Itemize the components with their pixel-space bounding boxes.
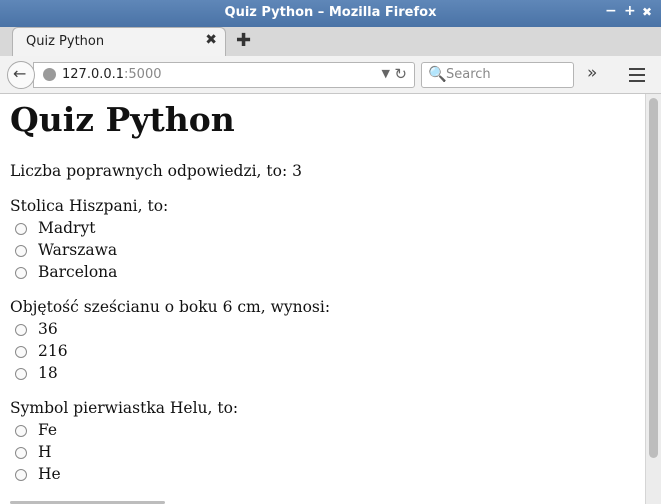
search-icon: 🔍 [428, 65, 447, 83]
result-text: Liczba poprawnych odpowiedzi, to: 3 [10, 162, 302, 180]
navigation-toolbar: 127.0.0.1:5000 ▼ ↻ ← 🔍 Search » [0, 56, 661, 94]
vertical-scrollbar[interactable] [645, 94, 661, 504]
globe-icon [43, 68, 56, 81]
question-3-text: Symbol pierwiastka Helu, to: [10, 399, 239, 417]
answer-label[interactable]: Warszawa [38, 241, 117, 259]
url-host: 127.0.0.1 [62, 67, 125, 82]
url-port: :5000 [124, 67, 162, 82]
radio-button[interactable] [15, 267, 27, 279]
radio-button[interactable] [15, 425, 27, 437]
overflow-chevron-icon[interactable]: » [587, 63, 597, 83]
maximize-icon[interactable]: + [624, 3, 636, 19]
scrollbar-thumb[interactable] [649, 98, 658, 458]
radio-button[interactable] [15, 324, 27, 336]
answer-label[interactable]: Fe [38, 421, 57, 439]
back-button[interactable]: ← [7, 61, 35, 89]
reload-icon[interactable]: ↻ [394, 65, 407, 83]
answer-label[interactable]: 36 [38, 320, 58, 338]
back-arrow-icon: ← [13, 64, 27, 83]
window-title: Quiz Python – Mozilla Firefox [224, 5, 437, 20]
new-tab-icon[interactable]: ✚ [236, 30, 251, 51]
radio-button[interactable] [15, 223, 27, 235]
answer-label[interactable]: 18 [38, 364, 58, 382]
page-content: Quiz Python Liczba poprawnych odpowiedzi… [0, 94, 645, 504]
radio-button[interactable] [15, 346, 27, 358]
radio-button[interactable] [15, 469, 27, 481]
minimize-icon[interactable]: − [605, 3, 617, 19]
question-2-text: Objętość sześcianu o boku 6 cm, wynosi: [10, 298, 331, 316]
answer-label[interactable]: Madryt [38, 219, 95, 237]
answer-label[interactable]: H [38, 443, 52, 461]
radio-button[interactable] [15, 447, 27, 459]
url-text: 127.0.0.1:5000 [62, 67, 162, 82]
close-window-icon[interactable]: ✖ [642, 5, 652, 19]
tab-strip: Quiz Python ✖ ✚ [0, 27, 661, 56]
page-title: Quiz Python [10, 100, 235, 139]
window-titlebar: Quiz Python – Mozilla Firefox − + ✖ [0, 0, 661, 27]
answer-label[interactable]: He [38, 465, 61, 483]
radio-button[interactable] [15, 368, 27, 380]
search-input[interactable]: 🔍 Search [421, 62, 574, 88]
search-placeholder: Search [446, 67, 491, 82]
question-1-text: Stolica Hiszpani, to: [10, 197, 169, 215]
radio-button[interactable] [15, 245, 27, 257]
tab-quiz-python[interactable]: Quiz Python ✖ [12, 27, 226, 56]
tab-close-icon[interactable]: ✖ [205, 32, 217, 48]
answer-label[interactable]: Barcelona [38, 263, 117, 281]
url-dropdown-icon[interactable]: ▼ [382, 67, 390, 80]
url-bar[interactable]: 127.0.0.1:5000 ▼ ↻ [33, 62, 415, 88]
tab-label: Quiz Python [26, 34, 105, 49]
hamburger-menu-icon[interactable] [622, 62, 652, 88]
answer-label[interactable]: 216 [38, 342, 68, 360]
